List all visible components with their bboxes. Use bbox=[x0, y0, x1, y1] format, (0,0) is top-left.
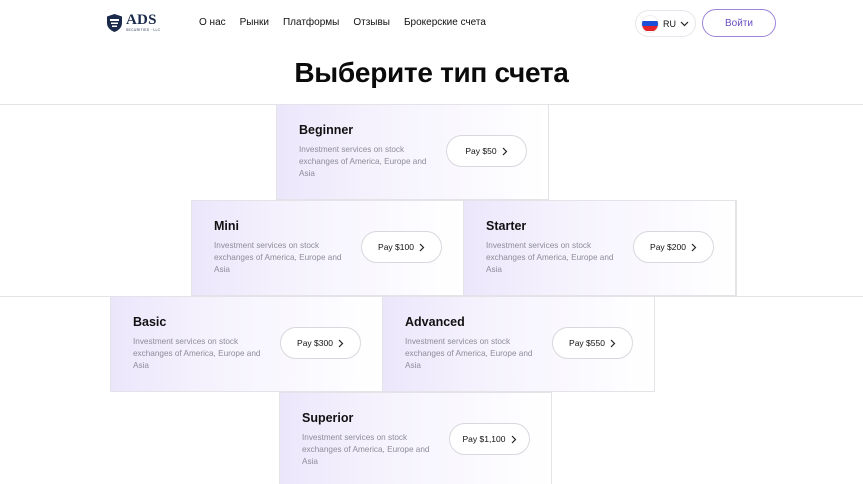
account-card-beginner: Beginner Investment services on stock ex… bbox=[276, 104, 549, 200]
pay-button[interactable]: Pay $100 bbox=[361, 231, 442, 263]
account-card-basic: Basic Investment services on stock excha… bbox=[110, 296, 383, 392]
account-card-superior: Superior Investment services on stock ex… bbox=[279, 392, 552, 484]
nav-item-platforms[interactable]: Платформы bbox=[283, 17, 339, 28]
nav-item-about[interactable]: О нас bbox=[199, 17, 226, 28]
page-title: Выберите тип счета bbox=[294, 57, 569, 88]
language-code: RU bbox=[663, 18, 676, 29]
card-title: Advanced bbox=[405, 315, 465, 329]
pay-button-label: Pay $100 bbox=[378, 242, 414, 252]
chevron-right-icon bbox=[511, 435, 516, 443]
card-description: Investment services on stock exchanges o… bbox=[486, 241, 614, 274]
pay-button-label: Pay $550 bbox=[569, 338, 605, 348]
chevron-right-icon bbox=[691, 243, 697, 251]
nav-item-markets[interactable]: Рынки bbox=[240, 17, 269, 28]
pay-button-label: Pay $200 bbox=[650, 242, 686, 252]
pay-button[interactable]: Pay $200 bbox=[633, 231, 714, 263]
site-header: ADS SECURITIES · LLC О нас Рынки Платфор… bbox=[0, 0, 863, 46]
logo[interactable]: ADS SECURITIES · LLC bbox=[106, 12, 162, 34]
nav-item-reviews[interactable]: Отзывы bbox=[353, 17, 390, 28]
chevron-down-icon bbox=[680, 21, 689, 26]
pay-button[interactable]: Pay $1,100 bbox=[449, 423, 530, 455]
card-title: Basic bbox=[133, 315, 167, 329]
card-description: Investment services on stock exchanges o… bbox=[302, 433, 430, 466]
pay-button-label: Pay $300 bbox=[297, 338, 333, 348]
language-selector[interactable]: RU bbox=[635, 10, 696, 37]
pay-button[interactable]: Pay $550 bbox=[552, 327, 633, 359]
card-description: Investment services on stock exchanges o… bbox=[405, 337, 533, 370]
nav-item-brokerage-accounts[interactable]: Брокерские счета bbox=[404, 17, 486, 28]
logo-text: ADS bbox=[126, 12, 157, 29]
chevron-right-icon bbox=[419, 243, 425, 251]
grid-divider bbox=[736, 200, 737, 296]
pay-button[interactable]: Pay $50 bbox=[446, 135, 527, 167]
account-card-starter: Starter Investment services on stock exc… bbox=[463, 200, 736, 296]
logo-subtext: SECURITIES · LLC bbox=[126, 28, 161, 33]
shield-eagle-icon bbox=[107, 14, 122, 32]
pay-button-label: Pay $1,100 bbox=[462, 434, 506, 444]
card-title: Starter bbox=[486, 219, 527, 233]
main-nav: О нас Рынки Платформы Отзывы Брокерские … bbox=[199, 17, 486, 28]
chevron-right-icon bbox=[610, 339, 616, 347]
pay-button[interactable]: Pay $300 bbox=[280, 327, 361, 359]
card-title: Beginner bbox=[299, 123, 354, 137]
card-description: Investment services on stock exchanges o… bbox=[133, 337, 261, 370]
login-button[interactable]: Войти bbox=[702, 9, 776, 37]
pay-button-label: Pay $50 bbox=[465, 146, 497, 156]
card-description: Investment services on stock exchanges o… bbox=[299, 145, 427, 178]
account-card-advanced: Advanced Investment services on stock ex… bbox=[382, 296, 655, 392]
card-title: Mini bbox=[214, 219, 239, 233]
russia-flag-icon bbox=[641, 14, 659, 33]
account-card-mini: Mini Investment services on stock exchan… bbox=[191, 200, 464, 296]
card-title: Superior bbox=[302, 411, 354, 425]
chevron-right-icon bbox=[502, 147, 507, 155]
chevron-right-icon bbox=[338, 339, 344, 347]
card-description: Investment services on stock exchanges o… bbox=[214, 241, 342, 274]
